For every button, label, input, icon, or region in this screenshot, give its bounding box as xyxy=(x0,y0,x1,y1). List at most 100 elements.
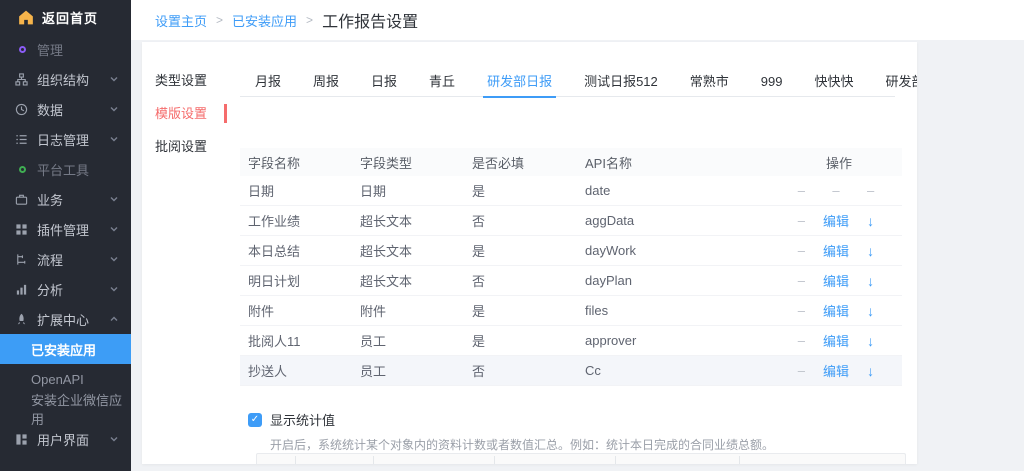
tab-kuaikuaikuai[interactable]: 快快快 xyxy=(799,69,870,97)
tab-label: 常熟市 xyxy=(690,74,729,89)
settings-menu-label: 批阅设置 xyxy=(155,139,207,154)
cell-field-type: 附件 xyxy=(352,301,464,320)
tab-label: 月报 xyxy=(255,74,281,89)
sidebar-group-label: 平台工具 xyxy=(37,160,89,179)
cell-field-name: 工作业绩 xyxy=(240,211,352,230)
cell-api-name: Cc xyxy=(577,363,776,378)
chevron-down-icon xyxy=(109,134,119,144)
cell-field-type: 超长文本 xyxy=(352,211,464,230)
tab-weekly[interactable]: 周报 xyxy=(297,69,355,97)
table-row: 抄送人 员工 否 Cc – 编辑 ↓ xyxy=(240,356,902,386)
layout-icon xyxy=(14,432,28,446)
column-header-required: 是否必填 xyxy=(464,153,577,172)
breadcrumb: 设置主页 > 已安装应用 > 工作报告设置 xyxy=(131,0,1024,40)
sidebar-item-log-manage[interactable]: 日志管理 xyxy=(0,124,131,154)
cell-field-name: 日期 xyxy=(240,181,352,200)
move-down-icon[interactable]: ↓ xyxy=(853,363,888,379)
tab-daily[interactable]: 日报 xyxy=(355,69,413,97)
cell-required: 否 xyxy=(464,361,577,380)
sidebar-item-install-wechat-app[interactable]: 安装企业微信应用 xyxy=(0,394,131,424)
move-down-icon[interactable]: ↓ xyxy=(853,213,888,229)
sidebar-item-business[interactable]: 业务 xyxy=(0,184,131,214)
cell-api-name: files xyxy=(577,303,776,318)
tab-monthly[interactable]: 月报 xyxy=(240,69,297,97)
breadcrumb-link-installed-apps[interactable]: 已安装应用 xyxy=(232,11,297,30)
disabled-action-dash: – xyxy=(784,243,819,258)
home-icon xyxy=(18,10,34,25)
clock-icon xyxy=(14,102,28,116)
settings-menu-type[interactable]: 类型设置 xyxy=(142,64,227,97)
sidebar-group-platform-tools: 平台工具 xyxy=(0,154,131,184)
column-divider xyxy=(494,456,495,464)
sidebar-item-data[interactable]: 数据 xyxy=(0,94,131,124)
sidebar-item-label: OpenAPI xyxy=(31,372,84,387)
disabled-action-dash: – xyxy=(784,183,819,198)
tab-label: 快快快 xyxy=(815,74,854,89)
sidebar-home-button[interactable]: 返回首页 xyxy=(0,0,131,34)
tab-changshu[interactable]: 常熟市 xyxy=(674,69,745,97)
list-icon xyxy=(14,132,28,146)
cell-field-type: 超长文本 xyxy=(352,241,464,260)
cell-field-name: 明日计划 xyxy=(240,271,352,290)
tab-rd-daily[interactable]: 研发部日报 xyxy=(471,69,568,97)
content-card: 类型设置 模版设置 批阅设置 月报 周报 日报 青丘 研发部日报 测试日报512… xyxy=(142,42,917,464)
sidebar-item-org-structure[interactable]: 组织结构 xyxy=(0,64,131,94)
tab-rd-monthly[interactable]: 研发部月报 xyxy=(870,69,917,97)
breadcrumb-link-settings-home[interactable]: 设置主页 xyxy=(155,11,207,30)
tab-label: 研发部月报 xyxy=(886,74,917,89)
sidebar-item-label: 插件管理 xyxy=(37,220,89,239)
sidebar-item-label: 已安装应用 xyxy=(31,340,96,359)
tab-qingqiu[interactable]: 青丘 xyxy=(413,69,471,97)
sidebar-item-label: 数据 xyxy=(37,100,63,119)
tab-label: 周报 xyxy=(313,74,339,89)
sidebar-home-label: 返回首页 xyxy=(42,8,98,27)
statistics-section: ✓ 显示统计值 开启后，系统统计某个对象内的资料计数或者数值汇总。例如：统计本日… xyxy=(248,410,868,453)
cell-required: 是 xyxy=(464,181,577,200)
cell-api-name: approver xyxy=(577,333,776,348)
green-ring-icon xyxy=(14,162,28,176)
sidebar-item-workflow[interactable]: 流程 xyxy=(0,244,131,274)
settings-menu-review[interactable]: 批阅设置 xyxy=(142,130,227,163)
tab-999[interactable]: 999 xyxy=(745,69,799,97)
cell-api-name: dayWork xyxy=(577,243,776,258)
edit-button[interactable]: 编辑 xyxy=(819,331,854,350)
report-type-tabs: 月报 周报 日报 青丘 研发部日报 测试日报512 常熟市 999 快快快 研发… xyxy=(240,69,895,97)
sidebar-item-label: 业务 xyxy=(37,190,63,209)
sidebar-item-extension-center[interactable]: 扩展中心 xyxy=(0,304,131,334)
sidebar-item-label: 安装企业微信应用 xyxy=(31,390,131,428)
bar-chart-icon xyxy=(14,282,28,296)
sidebar-item-analysis[interactable]: 分析 xyxy=(0,274,131,304)
chevron-down-icon xyxy=(109,284,119,294)
cell-field-type: 员工 xyxy=(352,361,464,380)
sidebar-group-manage: 管理 xyxy=(0,34,131,64)
sidebar-item-plugin-manage[interactable]: 插件管理 xyxy=(0,214,131,244)
show-statistics-checkbox[interactable]: ✓ xyxy=(248,413,262,427)
tab-label: 999 xyxy=(761,74,783,89)
chevron-up-icon xyxy=(109,314,119,324)
move-down-icon[interactable]: ↓ xyxy=(853,273,888,289)
active-indicator-bar xyxy=(224,104,227,123)
move-down-icon[interactable]: ↓ xyxy=(853,243,888,259)
edit-button[interactable]: 编辑 xyxy=(819,301,854,320)
cell-field-type: 超长文本 xyxy=(352,271,464,290)
edit-button[interactable]: 编辑 xyxy=(819,211,854,230)
cell-field-name: 本日总结 xyxy=(240,241,352,260)
settings-menu: 类型设置 模版设置 批阅设置 xyxy=(142,64,227,163)
settings-menu-template[interactable]: 模版设置 xyxy=(142,97,227,130)
tab-label: 青丘 xyxy=(429,74,455,89)
column-header-api-name: API名称 xyxy=(577,153,776,172)
chevron-down-icon xyxy=(109,194,119,204)
sidebar-item-installed-apps[interactable]: 已安装应用 xyxy=(0,334,131,364)
sidebar-item-user-interface[interactable]: 用户界面 xyxy=(0,424,131,454)
cell-field-type: 日期 xyxy=(352,181,464,200)
edit-button[interactable]: 编辑 xyxy=(819,241,854,260)
edit-button[interactable]: 编辑 xyxy=(819,361,854,380)
table-row: 本日总结 超长文本 是 dayWork – 编辑 ↓ xyxy=(240,236,902,266)
move-down-icon[interactable]: ↓ xyxy=(853,333,888,349)
cell-required: 是 xyxy=(464,301,577,320)
tab-test-daily-512[interactable]: 测试日报512 xyxy=(568,69,674,97)
chevron-down-icon xyxy=(109,434,119,444)
edit-button[interactable]: 编辑 xyxy=(819,271,854,290)
move-down-icon[interactable]: ↓ xyxy=(853,303,888,319)
column-divider xyxy=(739,456,740,464)
